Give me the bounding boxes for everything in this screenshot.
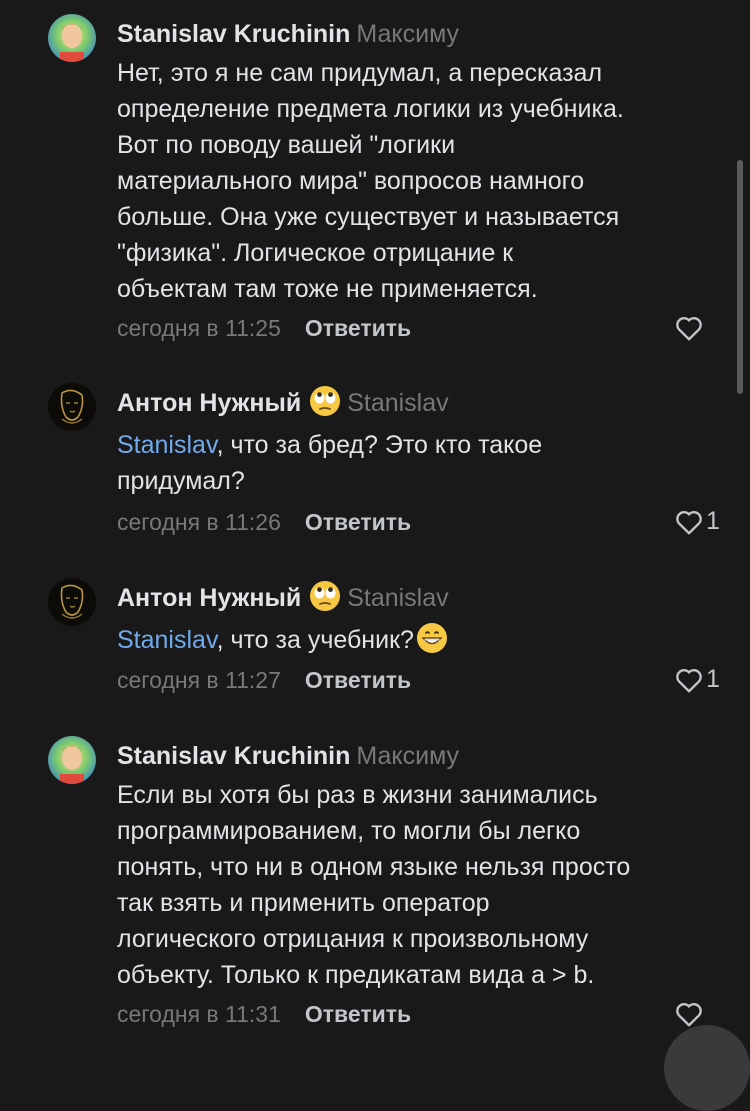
like-button[interactable]: 1 <box>674 507 720 536</box>
comment-meta: сегодня в 11:27 Ответить <box>117 665 411 695</box>
timestamp[interactable]: сегодня в 11:26 <box>117 509 281 535</box>
eye-roll-emoji <box>309 385 341 427</box>
avatar[interactable] <box>48 14 96 62</box>
comment-text: Stanislav, что за бред? Это кто такое пр… <box>117 427 737 499</box>
heart-icon <box>676 1003 702 1027</box>
text-line: "физика". Логическое отрицание к <box>117 239 514 267</box>
avatar[interactable] <box>48 578 96 626</box>
timestamp[interactable]: сегодня в 11:27 <box>117 667 281 693</box>
reply-button[interactable]: Ответить <box>305 667 411 693</box>
comment-header: Антон Нужный Stanislav <box>117 385 449 427</box>
like-count: 1 <box>706 665 720 693</box>
text-line: логического отрицания к произвольному <box>117 925 589 953</box>
grinning-emoji <box>416 622 448 664</box>
comment-header: Stanislav Kruchinin Максиму <box>117 16 459 52</box>
text-line: Вот по поводу вашей "логики <box>117 131 456 159</box>
text-line: придумал? <box>117 467 245 495</box>
avatar[interactable] <box>48 736 96 784</box>
text-line: Stanislav, что за учебник? <box>117 622 737 664</box>
text-fragment: , что за учебник? <box>216 626 414 654</box>
comment-meta: сегодня в 11:25 Ответить <box>117 313 411 343</box>
floating-action-button[interactable] <box>664 1025 750 1111</box>
avatar[interactable] <box>48 383 96 431</box>
heart-icon <box>676 668 702 692</box>
text-line: Нет, это я не сам придумал, а пересказал <box>117 59 603 87</box>
heart-icon <box>676 317 702 341</box>
reply-to[interactable]: Stanislav <box>347 584 448 612</box>
like-button[interactable] <box>674 1001 706 1027</box>
eye-roll-emoji <box>309 580 341 622</box>
comment-header: Stanislav Kruchinin Максиму <box>117 738 459 774</box>
reply-button[interactable]: Ответить <box>305 1001 411 1027</box>
timestamp[interactable]: сегодня в 11:31 <box>117 1001 281 1027</box>
author-name[interactable]: Антон Нужный <box>117 584 301 612</box>
mention-link[interactable]: Stanislav <box>117 626 217 654</box>
like-count: 1 <box>706 507 720 535</box>
text-line: программированием, то могли бы легко <box>117 817 581 845</box>
author-name[interactable]: Stanislav Kruchinin <box>117 20 350 48</box>
text-line: больше. Она уже существует и называется <box>117 203 620 231</box>
reply-to[interactable]: Максиму <box>356 742 459 770</box>
text-line: объектам там тоже не применяется. <box>117 275 538 303</box>
text-line: Если вы хотя бы раз в жизни занимались <box>117 781 598 809</box>
author-name[interactable]: Stanislav Kruchinin <box>117 742 350 770</box>
text-line: материального мира" вопросов намного <box>117 167 585 195</box>
reply-button[interactable]: Ответить <box>305 315 411 341</box>
comment-text: Нет, это я не сам придумал, а пересказал… <box>117 55 737 307</box>
author-name[interactable]: Антон Нужный <box>117 389 301 417</box>
text-line: определение предмета логики из учебника. <box>117 95 624 123</box>
like-button[interactable] <box>674 315 706 341</box>
like-button[interactable]: 1 <box>674 665 720 694</box>
comment-text: Stanislav, что за учебник? <box>117 622 737 664</box>
reply-to[interactable]: Stanislav <box>347 389 448 417</box>
text-line: объекту. Только к предикатам вида a > b. <box>117 961 595 989</box>
text-line: так взять и применить оператор <box>117 889 490 917</box>
text-line: понять, что ни в одном языке нельзя прос… <box>117 853 631 881</box>
comment-meta: сегодня в 11:31 Ответить <box>117 999 411 1029</box>
comment-header: Антон Нужный Stanislav <box>117 580 449 622</box>
text-fragment: , что за бред? Это кто такое <box>216 431 543 459</box>
text-line: Stanislav, что за бред? Это кто такое <box>117 427 737 463</box>
reply-to[interactable]: Максиму <box>356 20 459 48</box>
mention-link[interactable]: Stanislav <box>117 431 217 459</box>
reply-button[interactable]: Ответить <box>305 509 411 535</box>
comment-text: Если вы хотя бы раз в жизни занимались п… <box>117 777 737 993</box>
heart-icon <box>676 510 702 534</box>
scrollbar[interactable] <box>737 160 743 394</box>
comment-meta: сегодня в 11:26 Ответить <box>117 507 411 537</box>
timestamp[interactable]: сегодня в 11:25 <box>117 315 281 341</box>
